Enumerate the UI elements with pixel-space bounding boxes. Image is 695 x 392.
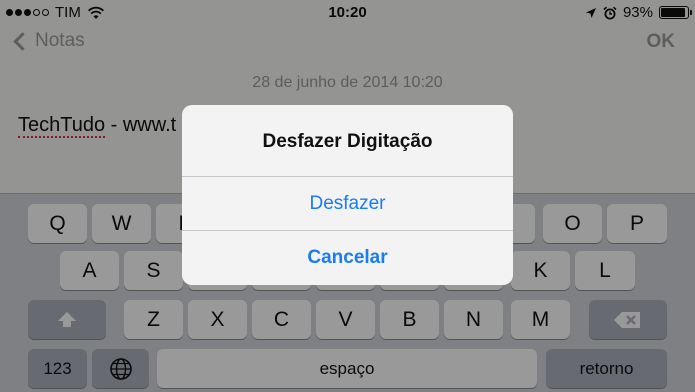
cancel-button[interactable]: Cancelar: [182, 230, 513, 284]
undo-typing-alert: Desfazer Digitação Desfazer Cancelar: [182, 105, 513, 285]
undo-button[interactable]: Desfazer: [182, 176, 513, 230]
alert-title: Desfazer Digitação: [262, 131, 433, 152]
